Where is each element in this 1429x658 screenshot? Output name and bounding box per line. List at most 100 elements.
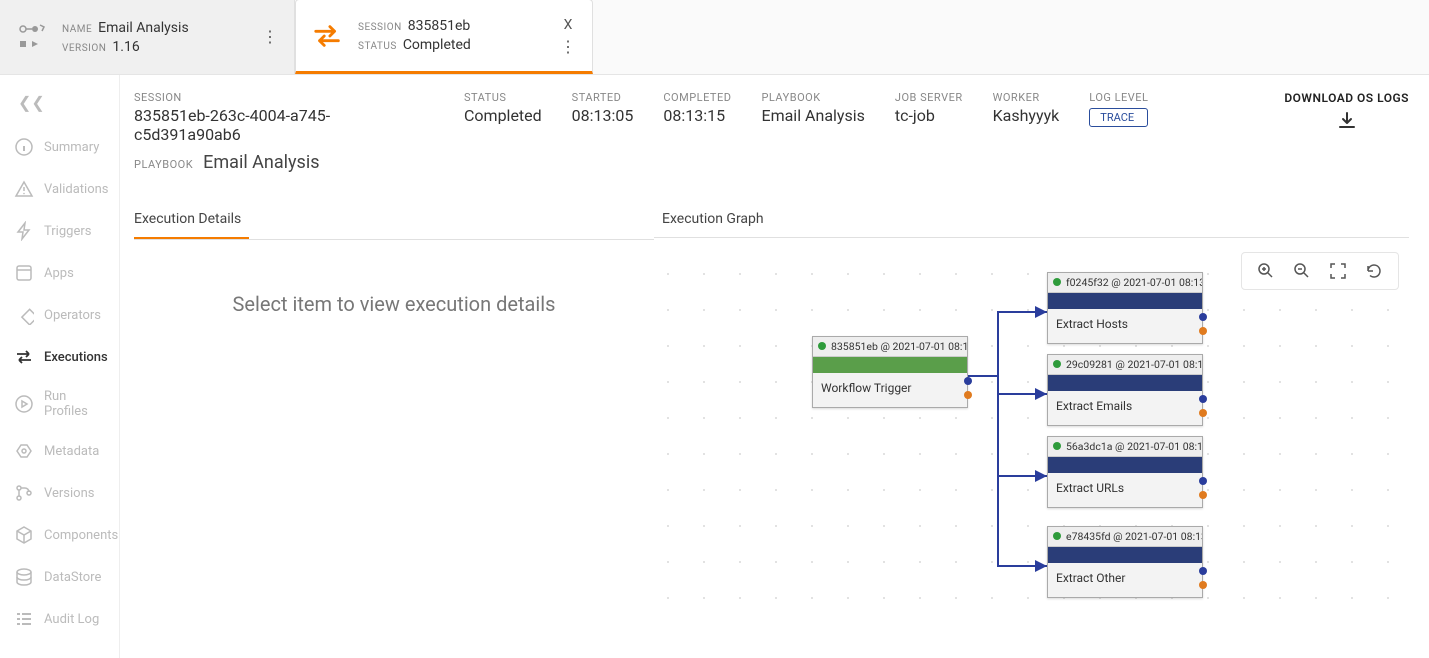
info-worker-label: WORKER — [993, 91, 1060, 104]
playbook-line-label: PLAYBOOK — [134, 158, 193, 171]
info-row: SESSION 835851eb-263c-4004-a745-c5d391a9… — [134, 91, 1409, 144]
sidebar-item-label: Run Profiles — [44, 389, 105, 419]
tab-playbook-menu-icon[interactable]: ⋮ — [262, 29, 278, 45]
triggers-icon — [14, 221, 34, 241]
sidebar-item-operators[interactable]: Operators — [0, 294, 119, 336]
port-err-icon — [1199, 409, 1207, 417]
tab-playbook-version: 1.16 — [112, 39, 139, 55]
tab-session-status-label: STATUS — [358, 41, 397, 52]
session-icon — [312, 20, 344, 52]
status-dot-icon — [1053, 278, 1061, 286]
tab-session[interactable]: SESSION 835851eb STATUS Completed X ⋮ — [295, 0, 593, 74]
port-out-icon — [1199, 395, 1207, 403]
panel-execution-graph: Execution Graph 835851eb @ 2021-07-01 08… — [654, 211, 1409, 658]
apps-icon — [14, 263, 34, 283]
sidebar-item-label: Components — [44, 528, 118, 543]
sidebar-item-label: Triggers — [44, 224, 91, 239]
auditlog-icon — [14, 609, 34, 629]
port-out-icon — [1199, 477, 1207, 485]
sidebar-collapse-icon[interactable]: ❮❮ — [0, 93, 119, 126]
port-err-icon — [1199, 581, 1207, 589]
port-out-icon — [1199, 313, 1207, 321]
metadata-icon — [14, 441, 34, 461]
sidebar-item-versions[interactable]: Versions — [0, 472, 119, 514]
top-tabs: NAME Email Analysis VERSION 1.16 ⋮ SESSI… — [0, 0, 1429, 75]
zoom-out-icon[interactable] — [1286, 259, 1318, 283]
info-status-label: STATUS — [464, 91, 542, 104]
graph-area[interactable]: 835851eb @ 2021-07-01 08:13:09Workflow T… — [654, 246, 1409, 626]
content: SESSION 835851eb-263c-4004-a745-c5d391a9… — [120, 75, 1429, 658]
info-jobserver-label: JOB SERVER — [895, 91, 963, 104]
sidebar-item-metadata[interactable]: Metadata — [0, 430, 119, 472]
info-started: 08:13:05 — [572, 106, 634, 125]
info-playbook-label: PLAYBOOK — [761, 91, 864, 104]
execution-graph-title[interactable]: Execution Graph — [654, 211, 764, 237]
graph-node[interactable]: f0245f32 @ 2021-07-01 08:13:13Extract Ho… — [1047, 272, 1203, 344]
tab-session-label: SESSION — [358, 22, 402, 33]
status-dot-icon — [818, 342, 826, 350]
graph-node[interactable]: 29c09281 @ 2021-07-01 08:13:13 Extract Em… — [1047, 354, 1203, 426]
tab-session-close-icon[interactable]: X — [564, 17, 573, 33]
info-started-label: STARTED — [572, 91, 634, 104]
sidebar-item-executions[interactable]: Executions — [0, 336, 119, 378]
sidebar-item-label: Validations — [44, 182, 109, 197]
tab-playbook-name-label: NAME — [62, 24, 92, 35]
port-err-icon — [964, 391, 972, 399]
executions-icon — [14, 347, 34, 367]
sidebar: ❮❮ Summary Validations Triggers Apps Operato… — [0, 75, 120, 658]
playbook-icon — [16, 21, 48, 53]
tab-playbook-version-label: VERSION — [62, 43, 106, 54]
status-dot-icon — [1053, 532, 1061, 540]
info-worker: Kashyyyk — [993, 106, 1060, 125]
node-head: e78435fd @ 2021-07-01 08:13:15 — [1048, 527, 1202, 547]
execution-details-title[interactable]: Execution Details — [134, 211, 249, 239]
sidebar-item-label: Operators — [44, 308, 101, 323]
status-dot-icon — [1053, 360, 1061, 368]
sidebar-item-auditlog[interactable]: Audit Log — [0, 598, 119, 640]
sidebar-item-label: DataStore — [44, 570, 101, 585]
fit-icon[interactable] — [1322, 259, 1354, 283]
sidebar-item-label: Executions — [44, 350, 108, 365]
node-body: Extract Other — [1048, 563, 1202, 597]
sidebar-item-triggers[interactable]: Triggers — [0, 210, 119, 252]
node-head: f0245f32 @ 2021-07-01 08:13:13 — [1048, 273, 1202, 293]
info-loglevel-label: LOG LEVEL — [1089, 91, 1148, 104]
sidebar-item-summary[interactable]: Summary — [0, 126, 119, 168]
node-body: Extract URLs — [1048, 473, 1202, 507]
port-err-icon — [1199, 327, 1207, 335]
node-body: Extract Emails — [1048, 391, 1202, 425]
panel-execution-details: Execution Details Select item to view ex… — [134, 211, 654, 658]
sidebar-item-label: Versions — [44, 486, 94, 501]
runprofiles-icon — [14, 394, 34, 414]
info-session: 835851eb-263c-4004-a745-c5d391a90ab6 — [134, 106, 434, 144]
node-body: Workflow Trigger — [813, 373, 967, 407]
refresh-icon[interactable] — [1358, 259, 1390, 283]
sidebar-item-validations[interactable]: Validations — [0, 168, 119, 210]
info-jobserver: tc-job — [895, 106, 963, 125]
sidebar-item-label: Apps — [44, 266, 74, 281]
info-session-label: SESSION — [134, 91, 434, 104]
status-dot-icon — [1053, 442, 1061, 450]
tab-session-status: Completed — [403, 37, 471, 53]
download-icon[interactable] — [1284, 111, 1409, 136]
tab-playbook-name: Email Analysis — [98, 20, 189, 36]
playbook-line-value: Email Analysis — [203, 152, 319, 173]
sidebar-item-datastore[interactable]: DataStore — [0, 556, 119, 598]
graph-node[interactable]: e78435fd @ 2021-07-01 08:13:15 Extract Ot… — [1047, 526, 1203, 598]
port-err-icon — [1199, 491, 1207, 499]
info-completed: 08:13:15 — [663, 106, 731, 125]
sidebar-item-runprofiles[interactable]: Run Profiles — [0, 378, 119, 430]
node-head: 56a3dc1a @ 2021-07-01 08:13:15 — [1048, 437, 1202, 457]
tab-session-menu-icon[interactable]: ⋮ — [560, 39, 576, 55]
node-head: 29c09281 @ 2021-07-01 08:13:13 — [1048, 355, 1202, 375]
tab-playbook[interactable]: NAME Email Analysis VERSION 1.16 ⋮ — [0, 0, 295, 74]
sidebar-item-components[interactable]: Components — [0, 514, 119, 556]
tab-session-id: 835851eb — [408, 18, 471, 34]
graph-node[interactable]: 56a3dc1a @ 2021-07-01 08:13:15 Extract UR… — [1047, 436, 1203, 508]
graph-node[interactable]: 835851eb @ 2021-07-01 08:13:09Workflow T… — [812, 336, 968, 408]
info-loglevel-badge[interactable]: TRACE — [1089, 108, 1148, 127]
port-out-icon — [964, 377, 972, 385]
sidebar-item-apps[interactable]: Apps — [0, 252, 119, 294]
zoom-in-icon[interactable] — [1250, 259, 1282, 283]
port-out-icon — [1199, 567, 1207, 575]
